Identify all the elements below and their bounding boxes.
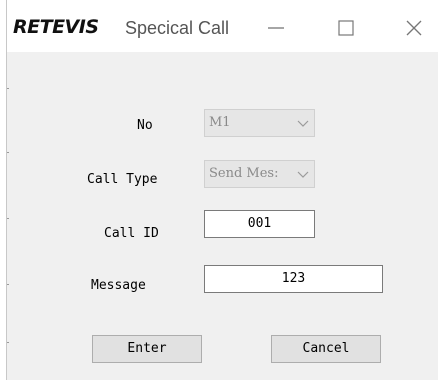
dialog-client-area: No M1 Call Type Send Mes: Call ID 001 Me… [7,52,438,380]
call-type-combobox[interactable]: Send Mes: [204,160,315,188]
enter-button[interactable]: Enter [92,335,202,363]
edge-tick [7,218,9,219]
edge-tick [7,152,9,153]
no-combobox[interactable]: M1 [204,109,315,137]
edge-tick [7,88,9,89]
retevis-logo: RETEVIS [13,16,99,38]
chevron-down-icon [297,171,309,178]
message-input[interactable]: 123 [204,265,383,293]
message-label: Message [91,278,146,293]
no-combobox-value: M1 [209,115,231,130]
call-id-label: Call ID [104,226,159,241]
no-label: No [137,118,153,133]
close-button[interactable] [391,8,437,48]
minimize-icon [268,27,284,29]
dialog-window: RETEVIS Specical Call No M1 Call Type Se… [0,0,438,380]
edge-tick [7,342,9,343]
cancel-button[interactable]: Cancel [271,335,381,363]
window-title: Specical Call [125,18,230,38]
chevron-down-icon [297,120,309,127]
maximize-button[interactable] [323,8,369,48]
edge-tick [7,284,9,285]
minimize-button[interactable] [253,8,299,48]
call-type-combobox-value: Send Mes: [209,166,279,181]
maximize-icon [338,20,354,36]
close-icon [406,20,422,36]
title-bar[interactable]: RETEVIS Specical Call [7,0,438,52]
call-id-input[interactable]: 001 [204,210,315,238]
call-type-label: Call Type [87,172,158,187]
